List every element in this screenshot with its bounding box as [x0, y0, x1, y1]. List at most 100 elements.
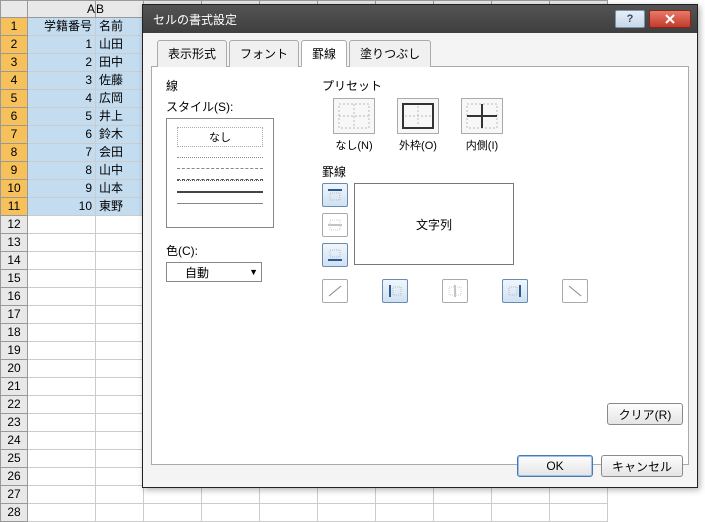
cell[interactable]: 6 [28, 126, 96, 144]
cell[interactable] [202, 504, 260, 522]
dialog-titlebar[interactable]: セルの書式設定 ? [143, 5, 697, 33]
cell[interactable]: 会田 [96, 144, 144, 162]
row-header[interactable]: 13 [0, 234, 28, 252]
cell[interactable] [434, 486, 492, 504]
cell[interactable] [28, 342, 96, 360]
cell[interactable] [550, 504, 608, 522]
border-right-button[interactable] [502, 279, 528, 303]
row-header[interactable]: 15 [0, 270, 28, 288]
style-thin[interactable] [177, 203, 263, 204]
cell[interactable]: 東野 [96, 198, 144, 216]
cell[interactable] [28, 216, 96, 234]
cell[interactable]: 山中 [96, 162, 144, 180]
cell[interactable] [96, 234, 144, 252]
border-vmid-button[interactable] [442, 279, 468, 303]
cell[interactable] [28, 306, 96, 324]
cell[interactable] [434, 504, 492, 522]
style-dotted[interactable] [177, 157, 263, 158]
cell[interactable] [96, 306, 144, 324]
preset-outline[interactable]: 外枠(O) [392, 98, 444, 153]
cell[interactable] [492, 504, 550, 522]
row-header[interactable]: 6 [0, 108, 28, 126]
cell[interactable] [260, 486, 318, 504]
row-header[interactable]: 28 [0, 504, 28, 522]
cell[interactable] [28, 324, 96, 342]
cell[interactable] [96, 324, 144, 342]
row-header[interactable]: 12 [0, 216, 28, 234]
cell[interactable] [376, 504, 434, 522]
cell[interactable] [28, 468, 96, 486]
cell[interactable] [96, 378, 144, 396]
border-bottom-button[interactable] [322, 243, 348, 267]
help-button[interactable]: ? [615, 10, 645, 28]
cell[interactable]: 山本 [96, 180, 144, 198]
preset-none[interactable]: なし(N) [328, 98, 380, 153]
cell[interactable] [28, 486, 96, 504]
cell[interactable] [202, 486, 260, 504]
select-all-corner[interactable] [0, 0, 28, 18]
row-header[interactable]: 25 [0, 450, 28, 468]
cell[interactable] [28, 270, 96, 288]
cell[interactable]: 井上 [96, 108, 144, 126]
cell[interactable] [96, 288, 144, 306]
cell[interactable] [96, 216, 144, 234]
cell[interactable] [96, 270, 144, 288]
cell[interactable]: 田中 [96, 54, 144, 72]
tab-fill[interactable]: 塗りつぶし [349, 40, 431, 67]
row-header[interactable]: 18 [0, 324, 28, 342]
cell[interactable] [376, 486, 434, 504]
col-header-a[interactable]: A [28, 0, 96, 18]
style-dashdot[interactable] [177, 179, 263, 181]
style-dashed[interactable] [177, 168, 263, 169]
cell[interactable]: 8 [28, 162, 96, 180]
clear-button[interactable]: クリア(R) [607, 403, 683, 425]
style-none[interactable]: なし [177, 127, 263, 147]
cell[interactable] [96, 414, 144, 432]
cell[interactable] [28, 504, 96, 522]
cell[interactable] [96, 432, 144, 450]
row-header[interactable]: 19 [0, 342, 28, 360]
cell[interactable] [28, 288, 96, 306]
row-header[interactable]: 9 [0, 162, 28, 180]
cell[interactable] [96, 486, 144, 504]
row-header[interactable]: 11 [0, 198, 28, 216]
border-left-button[interactable] [382, 279, 408, 303]
row-header[interactable]: 17 [0, 306, 28, 324]
cell[interactable]: 5 [28, 108, 96, 126]
cell[interactable] [96, 504, 144, 522]
row-header[interactable]: 21 [0, 378, 28, 396]
row-header[interactable]: 23 [0, 414, 28, 432]
cell[interactable]: 鈴木 [96, 126, 144, 144]
style-thick[interactable] [177, 191, 263, 193]
cell[interactable]: 10 [28, 198, 96, 216]
cell[interactable]: 9 [28, 180, 96, 198]
ok-button[interactable]: OK [517, 455, 593, 477]
cell[interactable] [144, 504, 202, 522]
row-header[interactable]: 2 [0, 36, 28, 54]
row-header[interactable]: 20 [0, 360, 28, 378]
cell[interactable]: 佐藤 [96, 72, 144, 90]
cell[interactable] [96, 360, 144, 378]
border-diag-up-button[interactable] [322, 279, 348, 303]
cell[interactable]: 名前 [96, 18, 144, 36]
col-header-b[interactable]: B [96, 0, 144, 18]
border-top-button[interactable] [322, 183, 348, 207]
cell[interactable] [28, 396, 96, 414]
row-header[interactable]: 22 [0, 396, 28, 414]
row-header[interactable]: 10 [0, 180, 28, 198]
cell[interactable] [96, 396, 144, 414]
cell[interactable] [260, 504, 318, 522]
line-style-list[interactable]: なし [166, 118, 274, 228]
cell[interactable]: 4 [28, 90, 96, 108]
row-header[interactable]: 5 [0, 90, 28, 108]
cell[interactable] [28, 450, 96, 468]
cell[interactable] [318, 486, 376, 504]
cell[interactable]: 7 [28, 144, 96, 162]
row-header[interactable]: 14 [0, 252, 28, 270]
cell[interactable] [492, 486, 550, 504]
row-header[interactable]: 27 [0, 486, 28, 504]
cell[interactable]: 3 [28, 72, 96, 90]
row-header[interactable]: 26 [0, 468, 28, 486]
cell[interactable]: 2 [28, 54, 96, 72]
cell[interactable] [96, 450, 144, 468]
